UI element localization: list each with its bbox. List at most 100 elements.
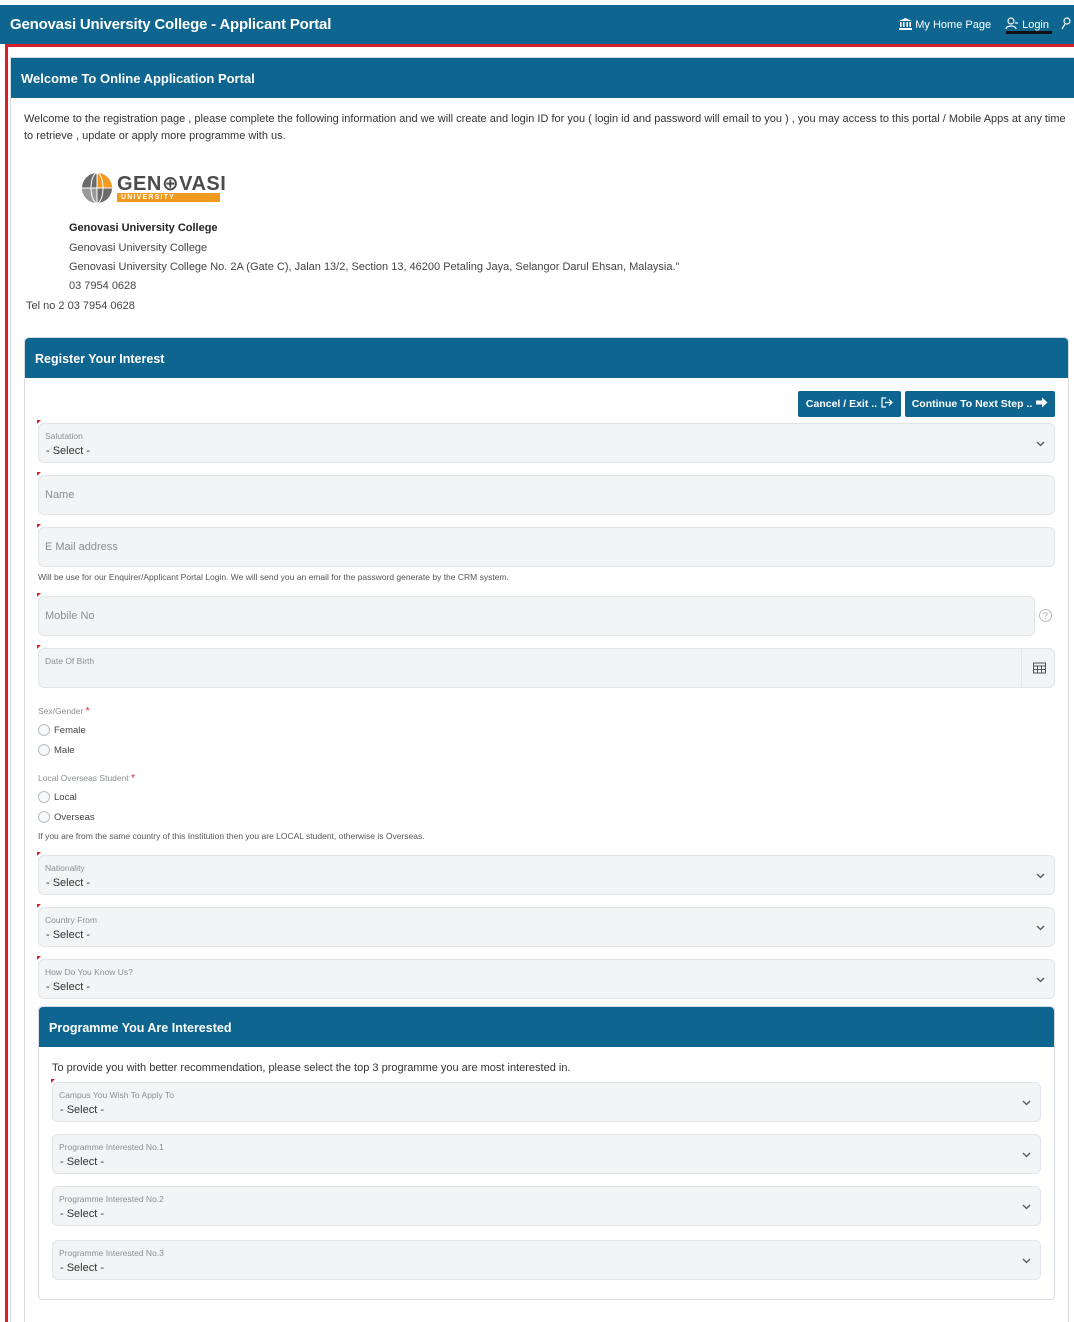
required-marker bbox=[51, 1079, 55, 1083]
required-marker bbox=[37, 472, 41, 476]
email-input[interactable]: E Mail address bbox=[37, 524, 1055, 567]
how-know-us-label: How Do You Know Us? bbox=[45, 967, 133, 977]
org-name-bold: Genovasi University College bbox=[69, 222, 218, 234]
student-local-radio[interactable]: Local bbox=[38, 791, 77, 803]
bank-icon bbox=[899, 17, 915, 33]
dob-label: Date Of Birth bbox=[45, 656, 95, 666]
arrow-right-icon bbox=[1032, 397, 1048, 411]
salutation-label: Salutation bbox=[45, 431, 83, 441]
radio-circle[interactable] bbox=[38, 811, 50, 823]
programme-1-value: - Select - bbox=[60, 1156, 105, 1168]
chevron-down-icon bbox=[1022, 1201, 1031, 1213]
programme-1-select[interactable]: Programme Interested No.1 - Select - bbox=[52, 1134, 1041, 1174]
country-from-select[interactable]: Country From - Select - bbox=[37, 904, 1055, 947]
welcome-intro: Welcome to the registration page , pleas… bbox=[24, 113, 1066, 142]
user-menu[interactable] bbox=[1061, 17, 1074, 33]
question-icon[interactable] bbox=[1039, 609, 1052, 625]
required-marker bbox=[37, 524, 41, 528]
email-hint: Will be use for our Enquirer/Applicant P… bbox=[38, 572, 509, 582]
email-placeholder: E Mail address bbox=[45, 541, 118, 553]
chevron-down-icon bbox=[1036, 922, 1045, 934]
required-marker bbox=[37, 420, 41, 424]
chevron-down-icon bbox=[1022, 1255, 1031, 1267]
continue-label: Continue To Next Step .. bbox=[911, 398, 1033, 410]
programme-title: Programme You Are Interested bbox=[39, 1007, 1054, 1047]
highlight-border-left bbox=[5, 44, 8, 1322]
programme-2-select[interactable]: Programme Interested No.2 - Select - bbox=[52, 1186, 1041, 1226]
campus-label: Campus You Wish To Apply To bbox=[59, 1090, 174, 1100]
nationality-label: Nationality bbox=[45, 863, 85, 873]
required-star: * bbox=[85, 706, 90, 717]
student-overseas-label: Overseas bbox=[54, 811, 95, 823]
top-navbar: Genovasi University College - Applicant … bbox=[0, 5, 1074, 44]
my-home-page-label: My Home Page bbox=[915, 19, 992, 31]
required-marker bbox=[37, 593, 41, 597]
required-marker bbox=[37, 904, 41, 908]
programme-1-label: Programme Interested No.1 bbox=[59, 1142, 164, 1152]
gender-male-radio[interactable]: Male bbox=[38, 744, 75, 756]
calendar-icon bbox=[1033, 662, 1046, 674]
name-input[interactable]: Name bbox=[37, 472, 1055, 515]
radio-circle[interactable] bbox=[38, 724, 50, 736]
name-placeholder: Name bbox=[45, 489, 75, 501]
highlight-border-top bbox=[5, 44, 1074, 47]
salutation-select[interactable]: Salutation - Select - bbox=[37, 420, 1055, 463]
programme-3-select[interactable]: Programme Interested No.3 - Select - bbox=[52, 1240, 1041, 1280]
nationality-value: - Select - bbox=[46, 877, 91, 889]
gender-female-label: Female bbox=[54, 724, 86, 736]
exit-icon bbox=[877, 397, 893, 411]
globe-logo-icon bbox=[81, 172, 113, 207]
student-hint: If you are from the same country of this… bbox=[38, 831, 425, 841]
radio-circle[interactable] bbox=[38, 791, 50, 803]
salutation-value: - Select - bbox=[46, 445, 91, 457]
gender-label: Sex/Gender * bbox=[38, 706, 90, 717]
chevron-down-icon bbox=[1036, 870, 1045, 882]
gender-male-label: Male bbox=[54, 744, 75, 756]
org-phone: 03 7954 0628 bbox=[69, 280, 137, 292]
org-address: Genovasi University College No. 2A (Gate… bbox=[69, 261, 680, 273]
mobile-input[interactable]: Mobile No bbox=[37, 593, 1035, 636]
required-marker bbox=[37, 956, 41, 960]
gender-label-text: Sex/Gender bbox=[38, 706, 84, 716]
cancel-exit-label: Cancel / Exit .. bbox=[805, 398, 878, 410]
radio-circle[interactable] bbox=[38, 744, 50, 756]
nationality-select[interactable]: Nationality - Select - bbox=[37, 852, 1055, 895]
country-from-label: Country From bbox=[45, 915, 97, 925]
register-title: Register Your Interest bbox=[25, 338, 1068, 378]
mobile-placeholder: Mobile No bbox=[45, 610, 95, 622]
login-label: Login bbox=[1022, 19, 1049, 31]
required-marker bbox=[37, 852, 41, 856]
org-tel2: Tel no 2 03 7954 0628 bbox=[26, 300, 135, 312]
continue-next-step-button[interactable]: Continue To Next Step .. bbox=[905, 391, 1055, 417]
programme-3-value: - Select - bbox=[60, 1262, 105, 1274]
required-star: * bbox=[131, 773, 136, 784]
campus-select[interactable]: Campus You Wish To Apply To - Select - bbox=[51, 1079, 1041, 1122]
gender-female-radio[interactable]: Female bbox=[38, 724, 86, 736]
date-of-birth-input[interactable]: Date Of Birth bbox=[37, 645, 1055, 688]
cancel-exit-button[interactable]: Cancel / Exit .. bbox=[798, 391, 901, 417]
org-name: Genovasi University College bbox=[69, 242, 208, 254]
required-marker bbox=[37, 645, 41, 649]
how-know-us-value: - Select - bbox=[46, 981, 91, 993]
portal-title: Genovasi University College - Applicant … bbox=[10, 16, 332, 33]
welcome-title: Welcome To Online Application Portal bbox=[11, 58, 1074, 98]
login-active-underline bbox=[1006, 31, 1052, 34]
chevron-down-icon bbox=[1022, 1149, 1031, 1161]
programme-2-label: Programme Interested No.2 bbox=[59, 1194, 164, 1204]
logo-subtitle: UNIVERSITY COLLEGE bbox=[117, 193, 220, 210]
chevron-down-icon bbox=[1036, 438, 1045, 450]
programme-2-value: - Select - bbox=[60, 1208, 105, 1220]
programme-intro: To provide you with better recommendatio… bbox=[52, 1062, 571, 1074]
programme-3-label: Programme Interested No.3 bbox=[59, 1248, 164, 1258]
how-know-us-select[interactable]: How Do You Know Us? - Select - bbox=[37, 956, 1055, 999]
user-icon bbox=[1061, 17, 1074, 33]
student-overseas-radio[interactable]: Overseas bbox=[38, 811, 95, 823]
student-type-label: Local Overseas Student * bbox=[38, 773, 135, 784]
student-type-label-text: Local Overseas Student bbox=[38, 773, 129, 783]
student-local-label: Local bbox=[54, 791, 77, 803]
calendar-button[interactable] bbox=[1021, 648, 1055, 688]
chevron-down-icon bbox=[1022, 1097, 1031, 1109]
country-from-value: - Select - bbox=[46, 929, 91, 941]
campus-value: - Select - bbox=[60, 1104, 105, 1116]
my-home-page-link[interactable]: My Home Page bbox=[899, 17, 992, 33]
